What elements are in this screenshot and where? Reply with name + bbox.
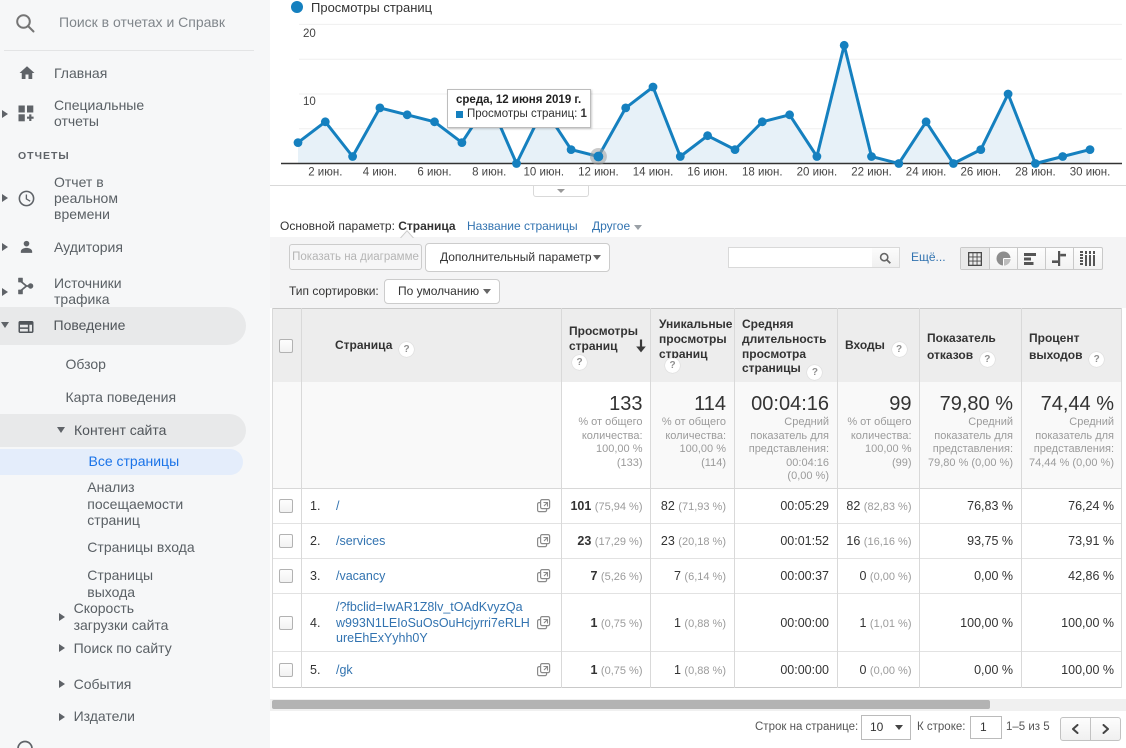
svg-text:4 июн.: 4 июн.	[363, 167, 397, 179]
svg-text:26 июн.: 26 июн.	[961, 167, 1002, 179]
svg-text:22 июн.: 22 июн.	[851, 167, 892, 179]
svg-text:24 июн.: 24 июн.	[906, 167, 947, 179]
svg-text:28 июн.: 28 июн.	[1015, 167, 1056, 179]
svg-text:20 июн.: 20 июн.	[797, 167, 838, 179]
svg-text:20: 20	[303, 28, 316, 40]
svg-text:18 июн.: 18 июн.	[742, 167, 783, 179]
svg-text:2 июн.: 2 июн.	[308, 167, 342, 179]
svg-text:6 июн.: 6 июн.	[417, 167, 451, 179]
svg-text:14 июн.: 14 июн.	[633, 167, 674, 179]
svg-text:10: 10	[303, 96, 316, 108]
svg-text:30 июн.: 30 июн.	[1070, 167, 1111, 179]
svg-text:12 июн.: 12 июн.	[578, 167, 619, 179]
svg-text:16 июн.: 16 июн.	[687, 167, 728, 179]
svg-text:8 июн.: 8 июн.	[472, 167, 506, 179]
svg-text:10 июн.: 10 июн.	[524, 167, 565, 179]
